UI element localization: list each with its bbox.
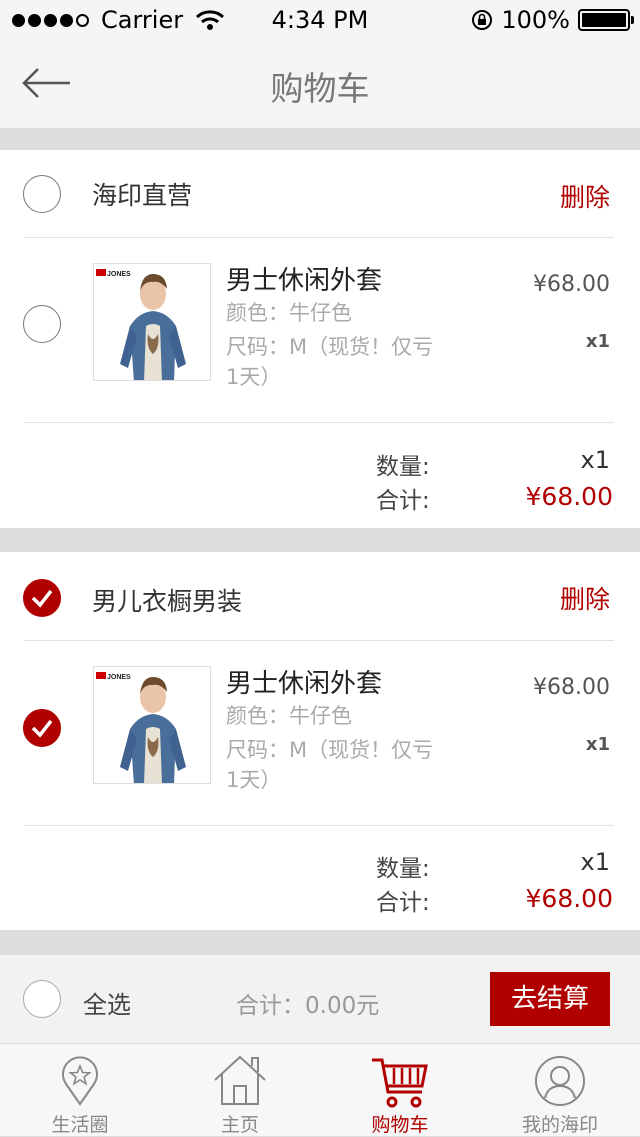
shop-header: 男儿衣橱男装 删除	[0, 552, 640, 640]
status-right: 100%	[471, 6, 634, 34]
item-checkbox[interactable]	[23, 709, 61, 747]
product-color: 颜色：牛仔色	[226, 301, 352, 325]
cart-icon	[372, 1058, 428, 1108]
cart-total: 合计：0.00元	[236, 993, 380, 1019]
quantity-value: x1	[580, 848, 610, 876]
tab-label: 我的海印	[521, 1114, 598, 1136]
divider	[24, 237, 614, 238]
quantity-label: 数量:	[376, 856, 430, 882]
shop-header: 海印直营 删除	[0, 150, 640, 238]
divider	[24, 640, 614, 641]
tab-label: 主页	[220, 1114, 259, 1136]
status-bar: Carrier 4:34 PM 100%	[0, 0, 640, 40]
shop-name: 海印直营	[92, 181, 193, 210]
product-price: ¥68.00	[533, 272, 610, 297]
delete-button[interactable]: 删除	[560, 580, 610, 616]
product-quantity: x1	[585, 331, 610, 352]
tab-label: 生活圈	[51, 1114, 109, 1136]
tab-bar: 生活圈 主页 购物车 我的海印	[0, 1043, 640, 1136]
select-all-label[interactable]: 全选	[83, 985, 131, 1020]
user-icon	[535, 1056, 585, 1106]
shop-checkbox[interactable]	[23, 175, 61, 213]
checkout-bar: 全选 合计：0.00元 去结算	[0, 955, 640, 1043]
location-star-icon	[62, 1056, 98, 1106]
page-title: 购物车	[270, 69, 370, 108]
subtotal-value: ¥68.00	[525, 884, 613, 913]
quantity-label: 数量:	[376, 454, 430, 480]
product-size: 尺码：M（现货！仅亏1天）	[226, 335, 434, 389]
shop-card: 海印直营 删除 JONES 男士休闲外套 颜色：牛仔色 尺码：M（现货！仅亏1天…	[0, 150, 640, 528]
subtotal-label: 合计:	[376, 890, 430, 916]
product-image[interactable]: JONES	[93, 263, 211, 381]
divider	[24, 825, 614, 826]
product-size: 尺码：M（现货！仅亏1天）	[226, 738, 434, 792]
shop-checkbox[interactable]	[23, 579, 61, 617]
orientation-lock-icon	[472, 10, 493, 30]
brand-logo: JONES	[107, 674, 131, 681]
tab-my-haiyin[interactable]: 我的海印	[480, 1044, 640, 1137]
tab-home[interactable]: 主页	[160, 1044, 320, 1137]
battery-icon	[578, 9, 634, 31]
subtotal-label: 合计:	[376, 488, 430, 514]
divider	[24, 422, 614, 423]
nav-bar: 购物车	[0, 40, 640, 128]
product-price: ¥68.00	[533, 675, 610, 700]
quantity-value: x1	[580, 446, 610, 474]
checkout-button[interactable]: 去结算	[490, 972, 610, 1026]
shop-card: 男儿衣橱男装 删除 JONES 男士休闲外套 颜色：牛仔色 尺码：M（现货！仅亏…	[0, 552, 640, 930]
product-photo-icon: JONES	[94, 264, 210, 380]
home-icon	[214, 1055, 266, 1105]
tab-life-circle[interactable]: 生活圈	[0, 1044, 160, 1137]
product-image[interactable]: JONES	[93, 666, 211, 784]
product-color: 颜色：牛仔色	[226, 704, 352, 728]
product-name: 男士休闲外套	[226, 669, 383, 699]
subtotal-value: ¥68.00	[525, 482, 613, 511]
tab-label: 购物车	[371, 1114, 429, 1136]
product-quantity: x1	[585, 734, 610, 755]
product-name: 男士休闲外套	[226, 266, 383, 296]
tab-cart[interactable]: 购物车	[320, 1044, 480, 1137]
brand-logo: JONES	[107, 271, 131, 278]
delete-button[interactable]: 删除	[560, 178, 610, 214]
select-all-checkbox[interactable]	[23, 980, 61, 1018]
shop-name: 男儿衣橱男装	[92, 587, 243, 616]
item-checkbox[interactable]	[23, 305, 61, 343]
battery-percent: 100%	[501, 6, 570, 34]
product-photo-icon: JONES	[94, 667, 210, 783]
